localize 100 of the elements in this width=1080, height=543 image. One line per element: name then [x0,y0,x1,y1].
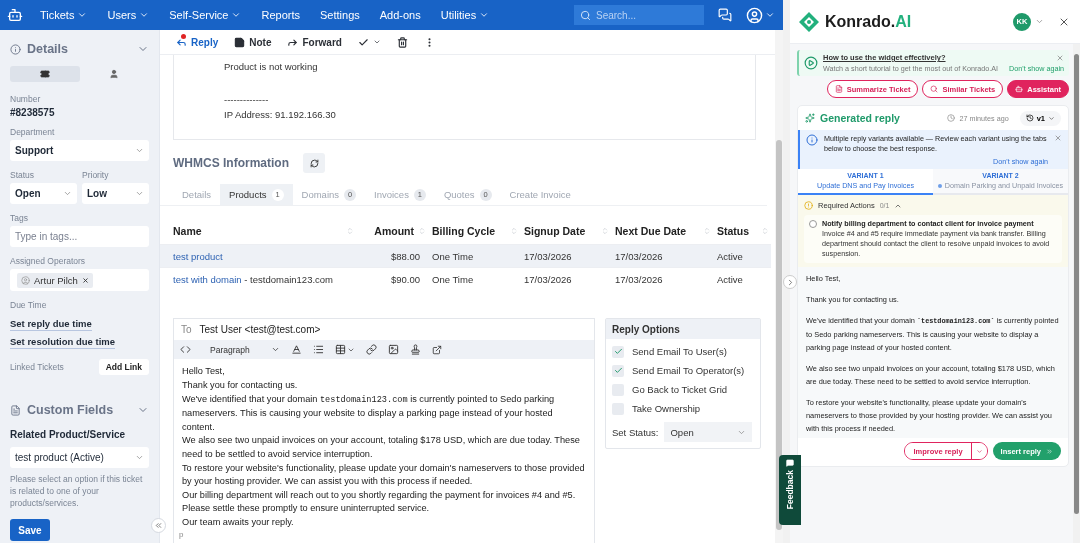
document-icon [10,404,21,416]
operators-field[interactable]: Artur Pilch [10,269,149,291]
nav-item[interactable]: Users [97,9,160,21]
info-icon [10,43,21,55]
sort-icon [703,227,711,235]
search-icon [580,9,591,21]
column-header[interactable]: Next Due Date [615,225,717,237]
option-label: Send Email To Operator(s) [632,365,745,376]
sort-icon [346,227,354,235]
scrollbar-thumb[interactable] [1074,54,1079,514]
table-icon[interactable] [335,344,346,356]
action-radio[interactable] [809,220,817,228]
check-icon [357,36,369,48]
field-label: Number [10,94,42,104]
reply-editor[interactable] [173,318,595,543]
link-icon[interactable] [366,344,377,356]
brand-name: Konrado.AI [825,12,913,31]
trash-icon [396,36,408,48]
help-text: Please select an option if this ticket is related to one of your products/services. [10,473,144,509]
section-title: Custom Fields [27,403,115,417]
due-time-link[interactable]: Set reply due time [10,318,92,331]
alert-icon [804,201,813,210]
checkbox[interactable] [612,364,624,377]
table-cell-text: Active [717,250,744,262]
operator-tag[interactable]: Artur Pilch [17,272,93,288]
product-select[interactable]: test product (Active) [10,447,149,468]
column-header[interactable]: Status [717,225,775,237]
section-title: WHMCS Information [173,156,289,170]
card-title: Generated reply [820,112,901,124]
table-cell-text: $88.00 [389,250,421,262]
format-select[interactable]: Paragraph [210,344,280,355]
save-button[interactable]: Save [10,519,50,541]
nav-item[interactable]: Reports [251,9,310,21]
message-text: Product is not working [224,60,319,74]
status-select[interactable]: Open [10,183,77,204]
nav-item[interactable]: Settings [310,9,370,21]
user-avatar-icon[interactable] [746,6,763,24]
remove-icon[interactable] [81,276,89,284]
search-field[interactable]: Search... [574,5,704,25]
field-label: Assigned Operators [10,256,87,266]
text-color-icon[interactable] [291,344,302,356]
table-cell-text: $90.00 [389,273,421,285]
search-icon [930,85,939,93]
double-chevron-icon [154,521,163,530]
sort-icon [418,227,426,235]
caret-icon [975,447,983,455]
view-tab[interactable] [10,66,80,82]
history-icon [1025,114,1034,122]
chat-icon[interactable] [718,8,732,22]
info-icon [806,134,818,146]
table-row[interactable]: test product $88.00 One Time 17/03/2026 17/03/2026 Active [160,244,771,267]
list-icon[interactable] [313,344,324,356]
editor-paragraph: To restore your website's functionality, please update your domain's nameservers to those provided by your hosting provider. We can assist you with this process if needed. [182,461,586,489]
due-time-link[interactable]: Set resolution due time [10,336,116,349]
feedback-tab[interactable]: Feedback [779,455,801,525]
note-button[interactable]: Note [232,32,282,52]
stamp-icon[interactable] [410,344,421,356]
column-header[interactable]: Billing Cycle [432,225,524,237]
image-icon[interactable] [388,344,399,356]
caret-icon [77,10,88,20]
column-header[interactable]: Amount [360,225,432,237]
nav-item[interactable]: Add-ons [369,9,431,21]
nav-item[interactable]: Self-Service [159,9,252,21]
tags-field[interactable]: Type in tags... [10,226,149,247]
note-icon [234,36,246,48]
code-icon[interactable] [180,344,191,356]
field-label: Department [10,127,56,137]
external-link-icon[interactable] [432,344,442,355]
sort-icon [510,227,518,235]
field-label: Linked Tickets [10,362,64,372]
to-label: To [181,324,192,336]
forward-button[interactable]: Forward [285,32,352,52]
column-header[interactable]: Name [173,225,360,237]
status-select[interactable]: Open [664,422,753,442]
add-link-button[interactable]: Add Link [98,359,149,375]
refresh-button[interactable] [303,153,325,173]
robot-icon [1015,85,1024,93]
table-cell-text: 17/03/2026 [615,250,664,262]
field-label: Set Status: [612,426,659,438]
scrollbar-thumb[interactable] [776,140,782,530]
priority-select[interactable]: Low [82,183,149,204]
department-select[interactable]: Support [10,140,149,161]
document-icon [834,85,843,93]
caret-icon [1048,114,1055,122]
section-title: Details [27,42,69,56]
column-header[interactable]: Signup Date [524,225,615,237]
recipient: Test User <test@test.com> [199,324,321,336]
editor-paragraph: We also see two unpaid invoices on your account, totaling $178 USD, which are due today. These need to be settled to avoid service interruption. [182,434,581,461]
caret-icon [479,10,490,20]
caret-icon [135,453,144,462]
notification-dot [181,34,186,39]
message-icon [786,459,794,467]
robot-icon [7,7,23,23]
reply-button[interactable]: Reply [174,32,229,52]
product-link[interactable]: test with domain [173,273,242,285]
nav-item[interactable]: Utilities [430,9,500,21]
nav-item[interactable]: Tickets [30,9,98,21]
checkbox[interactable] [612,345,624,358]
product-link[interactable]: test product [173,250,223,262]
editor-paragraph: Hello Test, [182,365,226,379]
